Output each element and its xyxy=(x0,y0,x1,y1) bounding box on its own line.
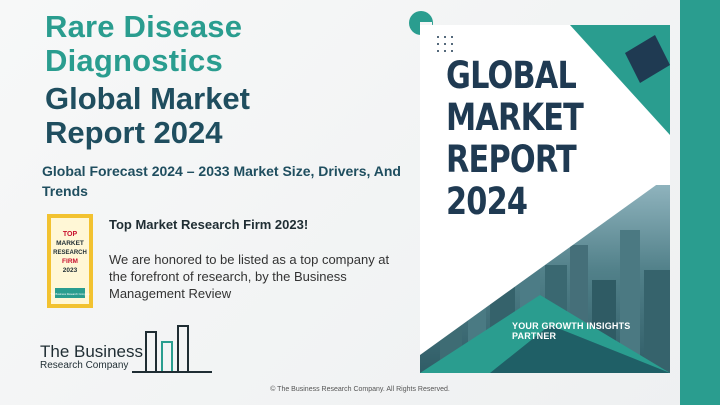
slide: Rare Disease Diagnostics Global Market R… xyxy=(0,0,720,405)
company-logo: The Business Research Company xyxy=(40,322,215,378)
award-badge-line: RESEARCH xyxy=(53,250,87,256)
report-cover-image: GLOBAL MARKET REPORT 2024 YOUR GROWTH IN… xyxy=(420,25,670,373)
title-line-3: Global Market xyxy=(45,81,250,116)
cover-title: GLOBAL MARKET REPORT 2024 xyxy=(446,54,584,223)
title-line-1: Rare Disease xyxy=(45,9,243,44)
award-badge-line: 2023 xyxy=(63,267,78,274)
award-badge-footer: The Business Research Company xyxy=(50,292,90,296)
award-badge-icon: TOP MARKET RESEARCH FIRM 2023 The Busine… xyxy=(47,214,93,308)
cover-tagline: YOUR GROWTH INSIGHTS PARTNER xyxy=(512,321,631,341)
award-description: We are honored to be listed as a top com… xyxy=(109,252,390,301)
cover-title-line: 2024 xyxy=(446,180,528,223)
award-badge-line: MARKET xyxy=(56,240,84,247)
award-badge-line: FIRM xyxy=(62,258,78,265)
page-subtitle: Global Forecast 2024 – 2033 Market Size,… xyxy=(42,163,401,199)
cover-title-line: REPORT xyxy=(446,138,577,181)
logo-name: The Business xyxy=(40,342,143,361)
title-line-4: Report 2024 xyxy=(45,115,223,150)
award-badge-line: TOP xyxy=(63,231,78,238)
logo-subname: Research Company xyxy=(40,360,129,371)
cover-title-line: GLOBAL xyxy=(446,54,577,97)
footer-copyright: © The Business Research Company. All Rig… xyxy=(270,386,450,393)
right-accent-bar xyxy=(680,0,720,405)
cover-title-line: MARKET xyxy=(446,96,584,139)
logo-bars-icon xyxy=(132,325,212,373)
dots-pattern-icon xyxy=(437,36,453,52)
page-title-disease: Rare Disease Diagnostics xyxy=(45,10,242,78)
title-line-2: Diagnostics xyxy=(45,43,223,78)
page-title-report: Global Market Report 2024 xyxy=(45,82,250,150)
award-heading: Top Market Research Firm 2023! xyxy=(109,217,309,232)
